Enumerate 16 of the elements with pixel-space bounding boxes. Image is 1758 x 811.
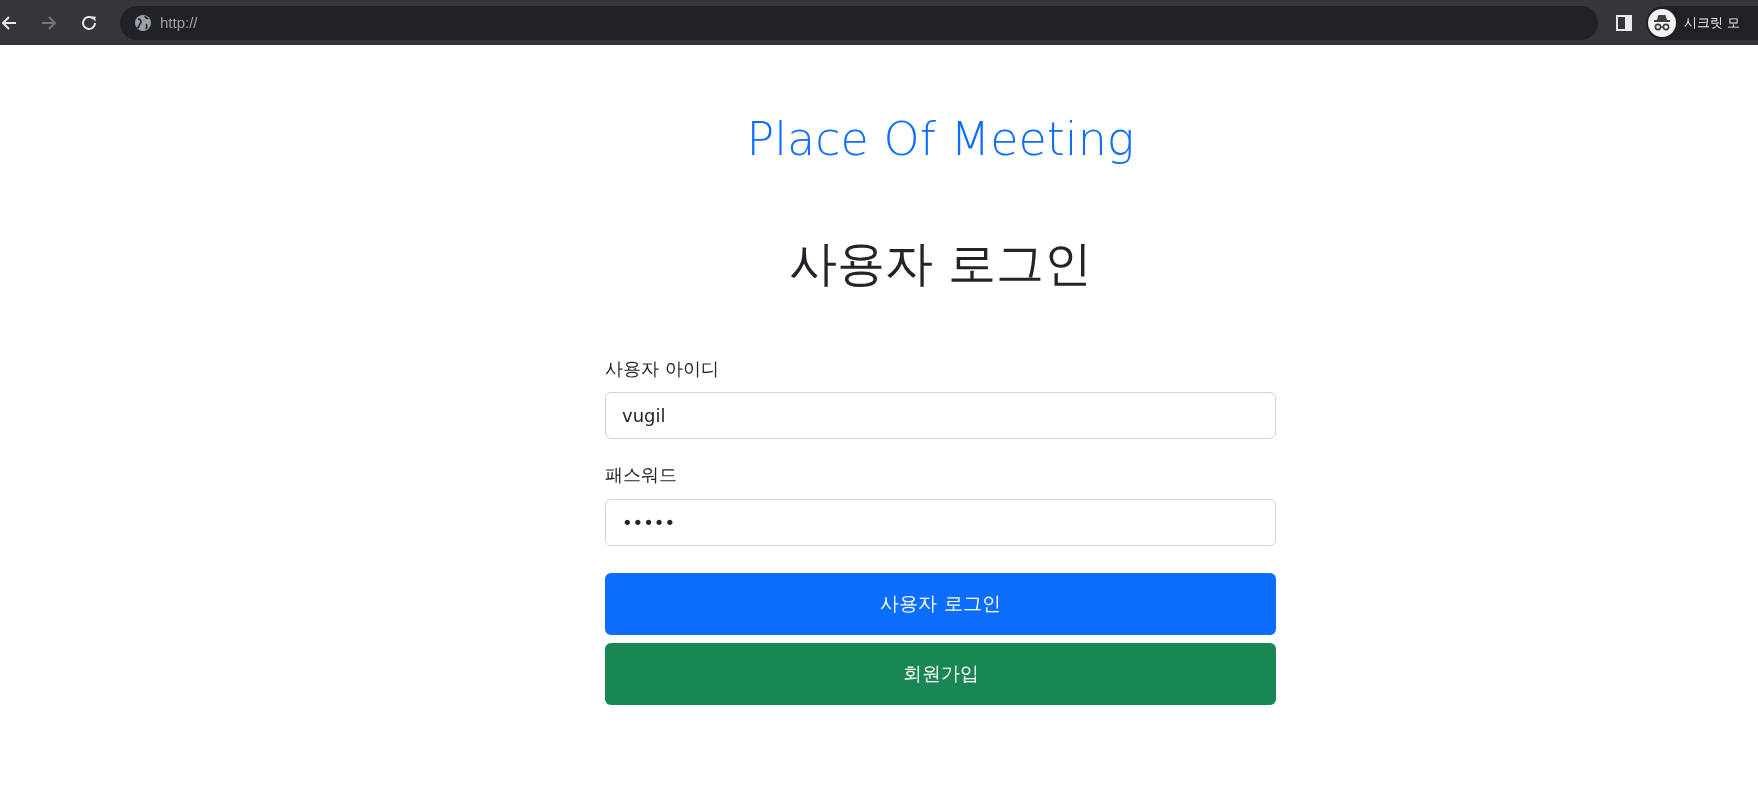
login-button[interactable]: 사용자 로그인 bbox=[605, 572, 1276, 635]
incognito-icon bbox=[1648, 8, 1676, 37]
url-text: http:// bbox=[160, 14, 198, 31]
username-field[interactable]: vugil bbox=[605, 392, 1276, 440]
reload-icon bbox=[80, 13, 98, 32]
globe-icon bbox=[134, 13, 152, 32]
side-panel-icon bbox=[1616, 14, 1632, 31]
address-bar[interactable]: http:// bbox=[120, 5, 1598, 40]
incognito-profile-button[interactable]: 시크릿 모 bbox=[1646, 5, 1758, 40]
page-heading: 사용자 로그인 bbox=[788, 235, 1093, 293]
field-label: 사용자 아이디 bbox=[605, 356, 719, 381]
field-label: 패스워드 bbox=[605, 463, 677, 487]
password-field[interactable]: ••••• bbox=[605, 498, 1276, 546]
site-title: Place Of Meeting bbox=[746, 112, 1135, 168]
signup-button[interactable]: 회원가입 bbox=[605, 642, 1276, 705]
side-panel-button[interactable] bbox=[1616, 14, 1632, 31]
